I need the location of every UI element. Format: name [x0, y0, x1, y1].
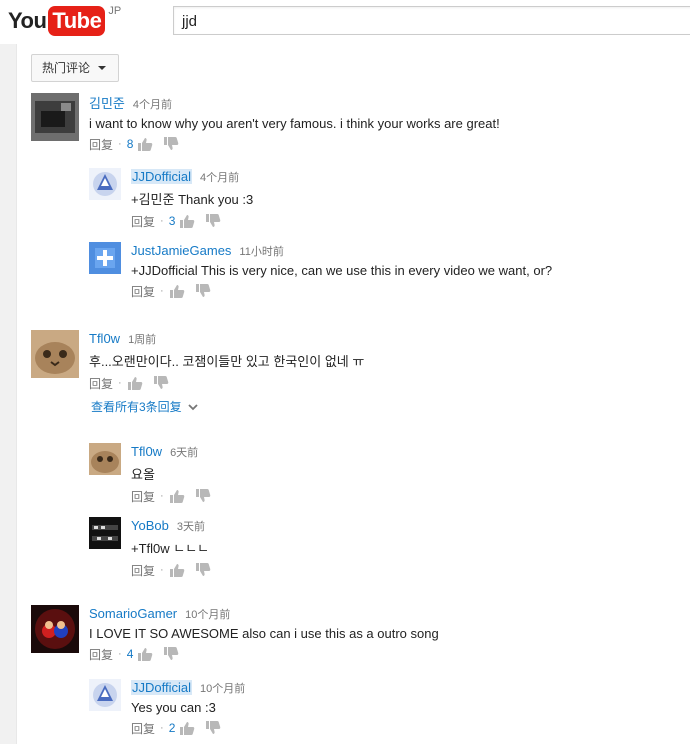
avatar[interactable]: [31, 330, 79, 378]
search-input[interactable]: jjd: [173, 6, 690, 35]
comment-author[interactable]: Tfl0w: [89, 331, 120, 346]
comment-author[interactable]: SomarioGamer: [89, 606, 177, 621]
separator: ·: [160, 564, 164, 576]
reply-button[interactable]: 回复: [131, 562, 155, 579]
comment-text: 요올: [131, 467, 155, 482]
avatar[interactable]: [31, 93, 79, 141]
reply-button[interactable]: 回复: [89, 136, 113, 153]
separator: ·: [160, 722, 164, 734]
separator: ·: [160, 215, 164, 227]
thumbs-down-icon[interactable]: [163, 137, 179, 151]
reply-button[interactable]: 回复: [131, 283, 155, 300]
comment-text: i want to know why you aren't very famou…: [89, 116, 500, 131]
youtube-logo[interactable]: You Tube JP: [8, 5, 122, 36]
thumbs-up-icon[interactable]: [169, 489, 185, 503]
avatar[interactable]: [89, 679, 121, 711]
comment-text: +Tfl0w ㄴㄴㄴ: [131, 541, 210, 556]
separator: ·: [160, 285, 164, 297]
thumbs-down-icon[interactable]: [205, 721, 221, 735]
like-count: 3: [168, 214, 176, 228]
caret-down-icon: [98, 66, 107, 70]
thumbs-up-icon[interactable]: [169, 563, 185, 577]
thumbs-up-icon[interactable]: [137, 647, 153, 661]
separator: ·: [118, 138, 122, 150]
view-all-replies-link[interactable]: 查看所有3条回复: [91, 398, 198, 415]
chevron-down-icon: [188, 400, 198, 414]
avatar[interactable]: [89, 242, 121, 274]
thumbs-up-icon[interactable]: [179, 214, 195, 228]
separator: ·: [118, 377, 122, 389]
reply-button[interactable]: 回复: [131, 213, 155, 230]
reply-button[interactable]: 回复: [131, 488, 155, 505]
comment-time[interactable]: 6天前: [170, 447, 198, 459]
comment-time[interactable]: 4个月前: [200, 172, 239, 184]
logo-tube-text: Tube: [48, 6, 106, 36]
comment-text: Yes you can :3: [131, 700, 216, 715]
separator: ·: [118, 648, 122, 660]
comment-time[interactable]: 11小时前: [239, 246, 283, 258]
thumbs-up-icon[interactable]: [137, 137, 153, 151]
separator: ·: [160, 490, 164, 502]
comment-time[interactable]: 10个月前: [200, 683, 245, 695]
sort-label: 热门评论: [42, 61, 91, 75]
like-count: 2: [168, 721, 176, 735]
thumbs-down-icon[interactable]: [163, 647, 179, 661]
comment-author[interactable]: 김민준: [89, 96, 125, 111]
reply-button[interactable]: 回复: [131, 720, 155, 737]
reply-button[interactable]: 回复: [89, 375, 113, 392]
avatar[interactable]: [89, 517, 121, 549]
avatar[interactable]: [31, 605, 79, 653]
comment-text: I LOVE IT SO AWESOME also can i use this…: [89, 626, 439, 641]
like-count: 4: [126, 647, 134, 661]
sort-comments-button[interactable]: 热门评论: [31, 54, 120, 82]
reply-button[interactable]: 回复: [89, 646, 113, 663]
thumbs-down-icon[interactable]: [195, 563, 211, 577]
thumbs-up-icon[interactable]: [169, 284, 185, 298]
comment-author[interactable]: YoBob: [131, 518, 169, 533]
avatar[interactable]: [89, 443, 121, 475]
like-count: 8: [126, 137, 134, 151]
thumbs-down-icon[interactable]: [153, 376, 169, 390]
comment-text: +JJDofficial This is very nice, can we u…: [131, 263, 553, 278]
thumbs-down-icon[interactable]: [205, 214, 221, 228]
thumbs-down-icon[interactable]: [195, 489, 211, 503]
masthead: You Tube JP jjd: [0, 0, 690, 44]
comment-author[interactable]: Tfl0w: [131, 444, 162, 459]
logo-region: JP: [108, 5, 122, 17]
thumbs-down-icon[interactable]: [195, 284, 211, 298]
comment-text: 후...오랜만이다.. 코잼이들만 있고 한국인이 없네 ㅠ: [89, 354, 365, 369]
comment-time[interactable]: 1周前: [128, 334, 156, 346]
logo-you-text: You: [8, 8, 47, 33]
comment-author[interactable]: JustJamieGames: [131, 243, 231, 258]
comment-time[interactable]: 4个月前: [133, 99, 172, 111]
thumbs-up-icon[interactable]: [179, 721, 195, 735]
comment-time[interactable]: 10个月前: [185, 609, 230, 621]
avatar[interactable]: [89, 168, 121, 200]
view-replies-label: 查看所有3条回复: [91, 400, 182, 414]
comment-time[interactable]: 3天前: [177, 521, 205, 533]
comment-author[interactable]: JJDofficial: [131, 680, 193, 695]
comment-author[interactable]: JJDofficial: [131, 169, 193, 184]
thumbs-up-icon[interactable]: [127, 376, 143, 390]
comment-text: +김민준 Thank you :3: [131, 192, 254, 207]
